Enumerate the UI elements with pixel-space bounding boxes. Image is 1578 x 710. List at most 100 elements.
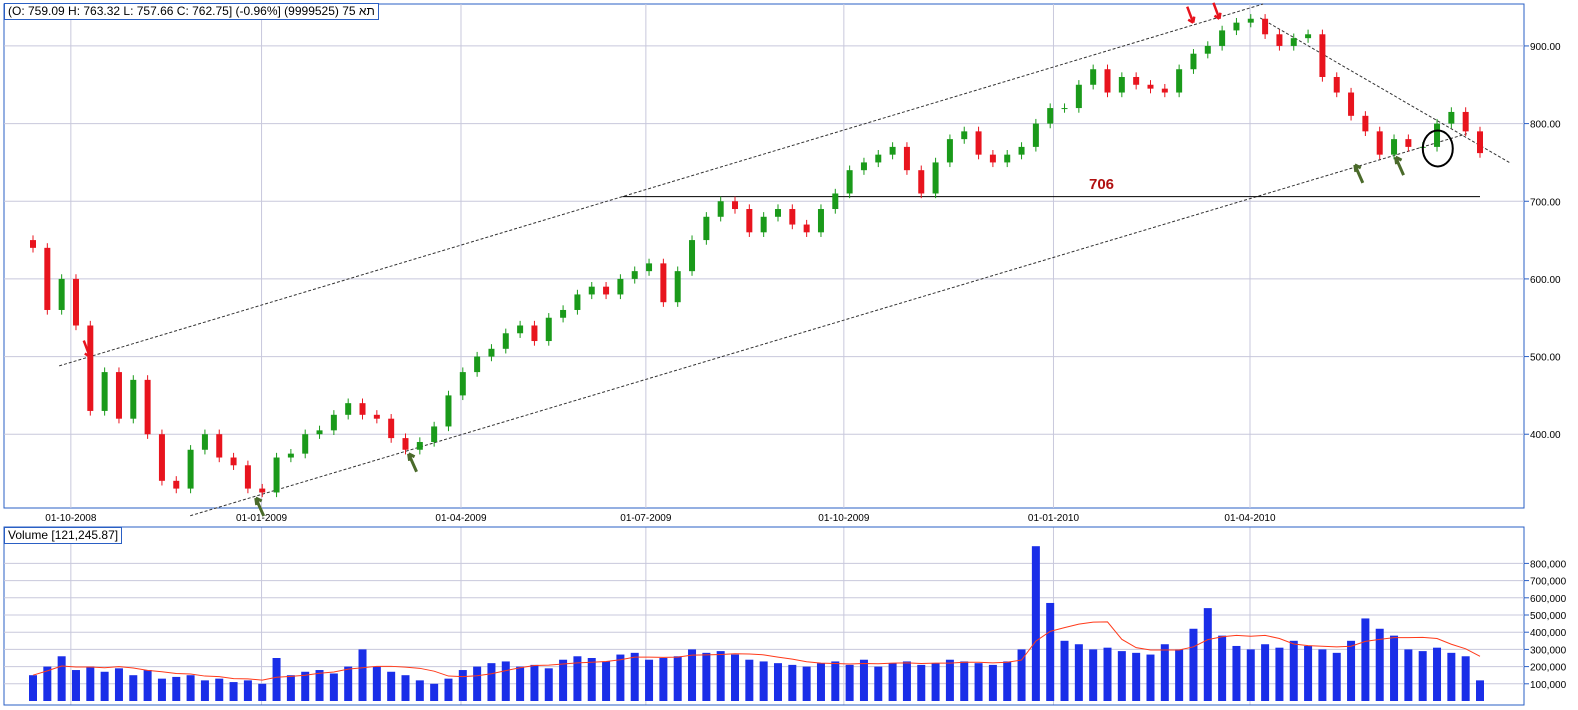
- candle-body: [1247, 18, 1254, 23]
- volume-bar: [1160, 644, 1169, 701]
- volume-bar: [1060, 640, 1069, 701]
- volume-bar: [802, 666, 811, 701]
- volume-bar: [114, 668, 123, 701]
- volume-bar: [544, 668, 553, 701]
- candle-body: [1290, 38, 1297, 46]
- candle-body: [173, 480, 180, 489]
- candle-body: [144, 379, 151, 435]
- candle-body: [1477, 131, 1483, 154]
- volume-bar: [888, 663, 897, 701]
- volume-bar: [1447, 652, 1456, 701]
- candle-body: [259, 488, 266, 493]
- candle-body: [359, 403, 366, 415]
- candle-body: [1161, 88, 1168, 93]
- volume-tick-label: 800,000: [1530, 559, 1567, 570]
- volume-bar: [344, 666, 353, 701]
- candle-body: [273, 457, 280, 493]
- volume-bar: [831, 661, 840, 701]
- volume-bar: [315, 670, 324, 701]
- volume-bar: [229, 682, 238, 701]
- candle-body: [717, 201, 724, 217]
- candle-body: [302, 434, 309, 454]
- volume-bar: [186, 675, 195, 701]
- candle-body: [703, 216, 710, 241]
- volume-bar: [1074, 644, 1083, 701]
- candle-body: [689, 240, 696, 272]
- volume-bar: [301, 671, 310, 701]
- candle-body: [789, 209, 796, 225]
- x-tick-label: 01-07-2009: [620, 513, 672, 524]
- volume-bar: [1146, 654, 1155, 701]
- volume-bar: [1031, 546, 1040, 701]
- volume-bar: [1318, 649, 1327, 701]
- candle-body: [961, 131, 968, 140]
- volume-bar: [1189, 628, 1198, 701]
- candle-body: [760, 216, 767, 233]
- candle-body: [674, 271, 681, 303]
- candle-body: [373, 414, 380, 419]
- candle-body: [330, 414, 337, 431]
- candle-body: [1462, 111, 1469, 132]
- candle-body: [488, 348, 495, 357]
- candle-body: [1047, 108, 1054, 124]
- volume-bar: [1246, 649, 1255, 701]
- volume-bar: [559, 659, 568, 701]
- candle-body: [1190, 53, 1197, 70]
- volume-bar: [788, 664, 797, 701]
- candle-body: [187, 449, 194, 489]
- candle-body: [817, 209, 824, 233]
- candle-body: [30, 240, 36, 248]
- candle-body: [989, 154, 996, 163]
- candle-body: [1348, 92, 1355, 116]
- candle-body: [545, 317, 552, 342]
- candle-body: [1448, 111, 1455, 124]
- volume-bar: [57, 656, 66, 701]
- candle-body: [1333, 76, 1340, 93]
- candle-body: [517, 325, 524, 334]
- candle-body: [646, 263, 653, 272]
- volume-bar: [458, 670, 467, 701]
- candle-body: [603, 286, 610, 295]
- volume-tick-label: 200,000: [1530, 663, 1567, 674]
- volume-bar: [759, 661, 768, 701]
- volume-bar: [702, 652, 711, 701]
- volume-bar: [401, 675, 410, 701]
- volume-bar: [415, 680, 424, 701]
- candle-body: [531, 325, 538, 342]
- candle-body: [1032, 123, 1039, 147]
- candle-body: [1305, 34, 1312, 39]
- candle-body: [732, 201, 739, 210]
- candle-body: [860, 162, 867, 171]
- x-tick-label: 01-10-2008: [45, 513, 97, 524]
- volume-bar: [745, 659, 754, 701]
- volume-bar: [172, 676, 181, 701]
- volume-bar: [1332, 652, 1341, 701]
- candle-body: [631, 271, 638, 279]
- volume-bar: [716, 651, 725, 701]
- volume-bar: [1261, 644, 1270, 701]
- candle-body: [1118, 76, 1125, 93]
- candle-body: [431, 426, 438, 442]
- volume-bar: [1304, 645, 1313, 701]
- volume-bar: [143, 670, 152, 701]
- y-tick-label: 800.00: [1530, 120, 1561, 131]
- volume-bar: [587, 658, 596, 701]
- candle-body: [1262, 18, 1269, 35]
- volume-bar: [960, 661, 969, 701]
- volume-bar: [630, 652, 639, 701]
- volume-bar: [773, 663, 782, 701]
- volume-bar: [1289, 640, 1298, 701]
- volume-bar: [1103, 647, 1112, 701]
- candle-body: [946, 139, 953, 163]
- volume-bar: [444, 678, 453, 701]
- candle-body: [130, 379, 137, 419]
- volume-bar: [902, 661, 911, 701]
- volume-bar: [659, 658, 668, 701]
- volume-bar: [1203, 608, 1212, 701]
- candle-body: [1219, 30, 1226, 46]
- volume-bar: [215, 678, 224, 701]
- volume-bar: [874, 666, 883, 701]
- annotation-label: 706: [1089, 176, 1114, 193]
- volume-bar: [286, 675, 295, 701]
- volume-bar: [1132, 652, 1141, 701]
